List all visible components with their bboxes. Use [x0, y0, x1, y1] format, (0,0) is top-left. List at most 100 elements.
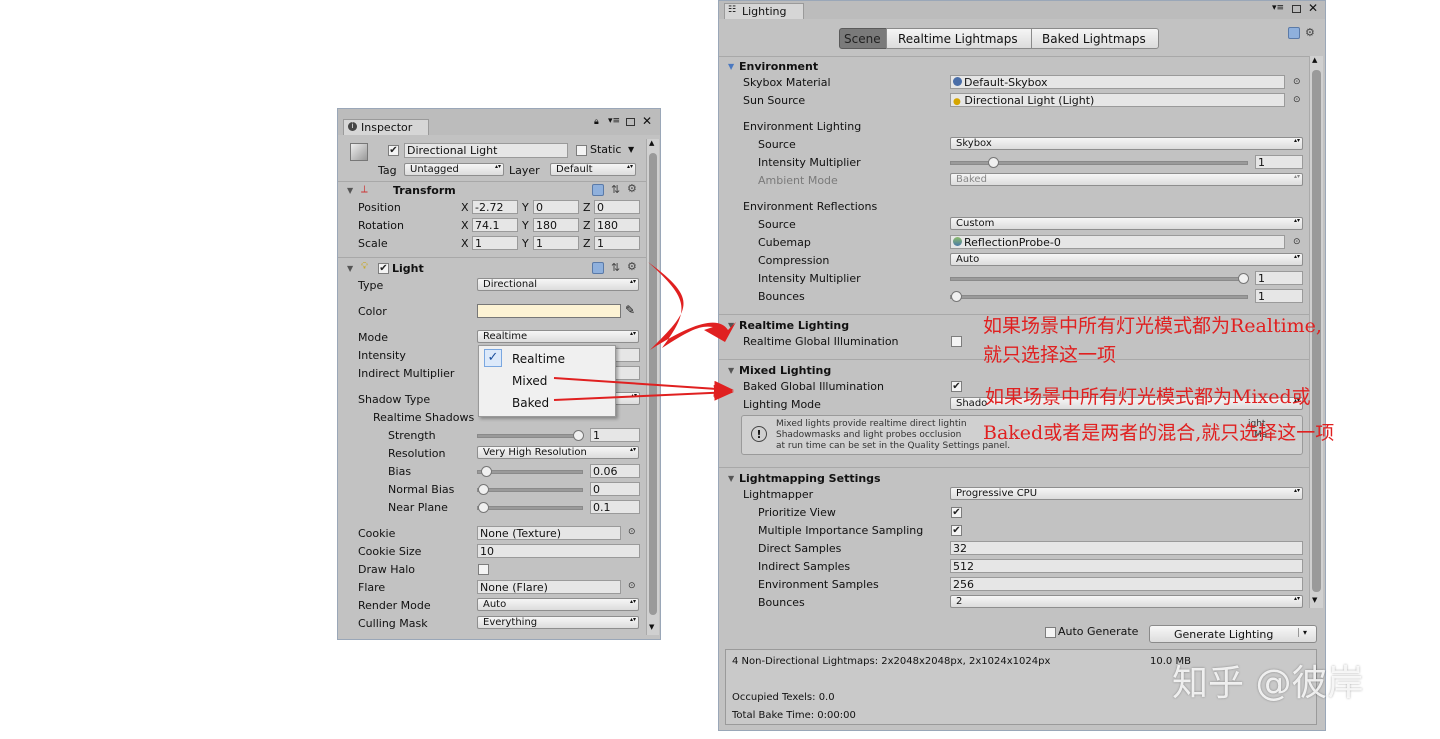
scrollbar-thumb[interactable]: [649, 153, 657, 615]
bias-field[interactable]: 0.06: [590, 464, 640, 478]
type-dropdown[interactable]: Directional: [477, 278, 639, 291]
lightmap-bounces-dropdown[interactable]: 2: [950, 595, 1303, 608]
static-dropdown-icon[interactable]: ▼: [628, 145, 634, 154]
tab-scene[interactable]: Scene: [839, 28, 887, 49]
menu-icon[interactable]: ▾≡: [1272, 3, 1284, 13]
lightmapper-dropdown[interactable]: Progressive CPU: [950, 487, 1303, 500]
gear-icon[interactable]: ⚙: [627, 182, 637, 195]
gear-icon[interactable]: ⚙: [627, 260, 637, 273]
realtime-gi-checkbox[interactable]: [951, 336, 962, 347]
maximize-icon[interactable]: [1292, 5, 1301, 13]
slider-knob[interactable]: [573, 430, 584, 441]
reflection-intensity-field[interactable]: 1: [1255, 271, 1303, 285]
environment-samples-field[interactable]: 256: [950, 577, 1303, 591]
slider-knob[interactable]: [478, 484, 489, 495]
object-picker-icon[interactable]: ⊙: [1293, 237, 1301, 247]
lighting-tab[interactable]: ☷ Lighting: [724, 3, 804, 19]
close-icon[interactable]: ✕: [642, 114, 652, 128]
mixed-lighting-foldout[interactable]: ▼: [728, 366, 734, 375]
help-icon[interactable]: [1288, 27, 1300, 39]
slider-knob[interactable]: [480, 466, 492, 477]
strength-slider[interactable]: [477, 430, 584, 441]
transform-foldout[interactable]: ▼: [347, 186, 353, 195]
menu-icon[interactable]: ▾≡: [608, 116, 620, 126]
indirect-samples-field[interactable]: 512: [950, 559, 1303, 573]
active-checkbox[interactable]: [388, 145, 399, 156]
object-name-field[interactable]: Directional Light: [404, 143, 568, 158]
maximize-icon[interactable]: [626, 118, 635, 126]
scroll-up-icon[interactable]: ▲: [1312, 56, 1317, 64]
cookie-field[interactable]: None (Texture): [477, 526, 621, 540]
lightmapping-foldout[interactable]: ▼: [728, 474, 734, 483]
menu-item-mixed[interactable]: Mixed: [481, 370, 613, 390]
normal-bias-field[interactable]: 0: [590, 482, 640, 496]
scroll-down-icon[interactable]: ▼: [1312, 596, 1317, 604]
generate-lighting-button[interactable]: Generate Lighting ▾: [1149, 625, 1317, 643]
sun-source-field[interactable]: ● Directional Light (Light): [950, 93, 1285, 107]
slider-knob[interactable]: [988, 157, 1000, 168]
reflection-source-dropdown[interactable]: Custom: [950, 217, 1303, 230]
env-intensity-field[interactable]: 1: [1255, 155, 1303, 169]
object-picker-icon[interactable]: ⊙: [628, 527, 636, 537]
scroll-up-icon[interactable]: ▲: [649, 139, 654, 147]
culling-mask-dropdown[interactable]: Everything: [477, 616, 639, 629]
compression-dropdown[interactable]: Auto: [950, 253, 1303, 266]
realtime-lighting-foldout[interactable]: ▼: [728, 321, 734, 330]
help-icon[interactable]: [592, 184, 604, 196]
render-mode-dropdown[interactable]: Auto: [477, 598, 639, 611]
mis-checkbox[interactable]: [951, 525, 962, 536]
menu-item-realtime[interactable]: ✓ Realtime: [481, 348, 613, 368]
indirect-multiplier-field[interactable]: [614, 366, 640, 380]
chevron-down-icon[interactable]: ▾: [1298, 628, 1307, 637]
light-enabled-checkbox[interactable]: [378, 263, 389, 274]
tag-dropdown[interactable]: Untagged: [404, 163, 504, 176]
skybox-material-field[interactable]: Default-Skybox: [950, 75, 1285, 89]
light-foldout[interactable]: ▼: [347, 264, 353, 273]
auto-generate-checkbox[interactable]: [1045, 627, 1056, 638]
help-icon[interactable]: [592, 262, 604, 274]
slider-knob[interactable]: [951, 291, 962, 302]
position-y-field[interactable]: 0: [533, 200, 579, 214]
cookie-size-field[interactable]: 10: [477, 544, 640, 558]
rotation-x-field[interactable]: 74.1: [472, 218, 518, 232]
resolution-dropdown[interactable]: Very High Resolution: [477, 446, 639, 459]
position-x-field[interactable]: -2.72: [472, 200, 518, 214]
reflection-bounces-field[interactable]: 1: [1255, 289, 1303, 303]
preset-icon[interactable]: ⇅: [611, 183, 620, 196]
menu-item-baked[interactable]: Baked: [481, 392, 613, 412]
layer-dropdown[interactable]: Default: [550, 163, 636, 176]
scroll-down-icon[interactable]: ▼: [649, 623, 654, 631]
scale-y-field[interactable]: 1: [533, 236, 579, 250]
scale-z-field[interactable]: 1: [594, 236, 640, 250]
intensity-field[interactable]: [614, 348, 640, 362]
mode-dropdown[interactable]: Realtime: [477, 330, 639, 343]
draw-halo-checkbox[interactable]: [478, 564, 489, 575]
strength-field[interactable]: 1: [590, 428, 640, 442]
rotation-z-field[interactable]: 180: [594, 218, 640, 232]
near-plane-slider[interactable]: [477, 502, 583, 513]
position-z-field[interactable]: 0: [594, 200, 640, 214]
object-picker-icon[interactable]: ⊙: [1293, 77, 1301, 87]
baked-gi-checkbox[interactable]: [951, 381, 962, 392]
shadow-type-dropdown[interactable]: [614, 392, 640, 405]
near-plane-field[interactable]: 0.1: [590, 500, 640, 514]
reflection-bounces-slider[interactable]: [950, 291, 1248, 302]
flare-field[interactable]: None (Flare): [477, 580, 621, 594]
color-swatch[interactable]: [477, 304, 621, 318]
rotation-y-field[interactable]: 180: [533, 218, 579, 232]
direct-samples-field[interactable]: 32: [950, 541, 1303, 555]
preset-icon[interactable]: ⇅: [611, 261, 620, 274]
inspector-tab[interactable]: i Inspector: [343, 119, 429, 135]
env-source-dropdown[interactable]: Skybox: [950, 137, 1303, 150]
lock-icon[interactable]: 🔒︎: [594, 117, 599, 127]
normal-bias-slider[interactable]: [477, 484, 583, 495]
cubemap-field[interactable]: ReflectionProbe-0: [950, 235, 1285, 249]
prioritize-view-checkbox[interactable]: [951, 507, 962, 518]
inspector-scrollbar[interactable]: ▲ ▼: [646, 139, 659, 635]
object-picker-icon[interactable]: ⊙: [628, 581, 636, 591]
gear-icon[interactable]: ⚙: [1305, 26, 1315, 39]
static-checkbox[interactable]: [576, 145, 587, 156]
reflection-intensity-slider[interactable]: [950, 273, 1249, 284]
tab-realtime-lightmaps[interactable]: Realtime Lightmaps: [886, 28, 1032, 49]
env-intensity-slider[interactable]: [950, 157, 1248, 168]
